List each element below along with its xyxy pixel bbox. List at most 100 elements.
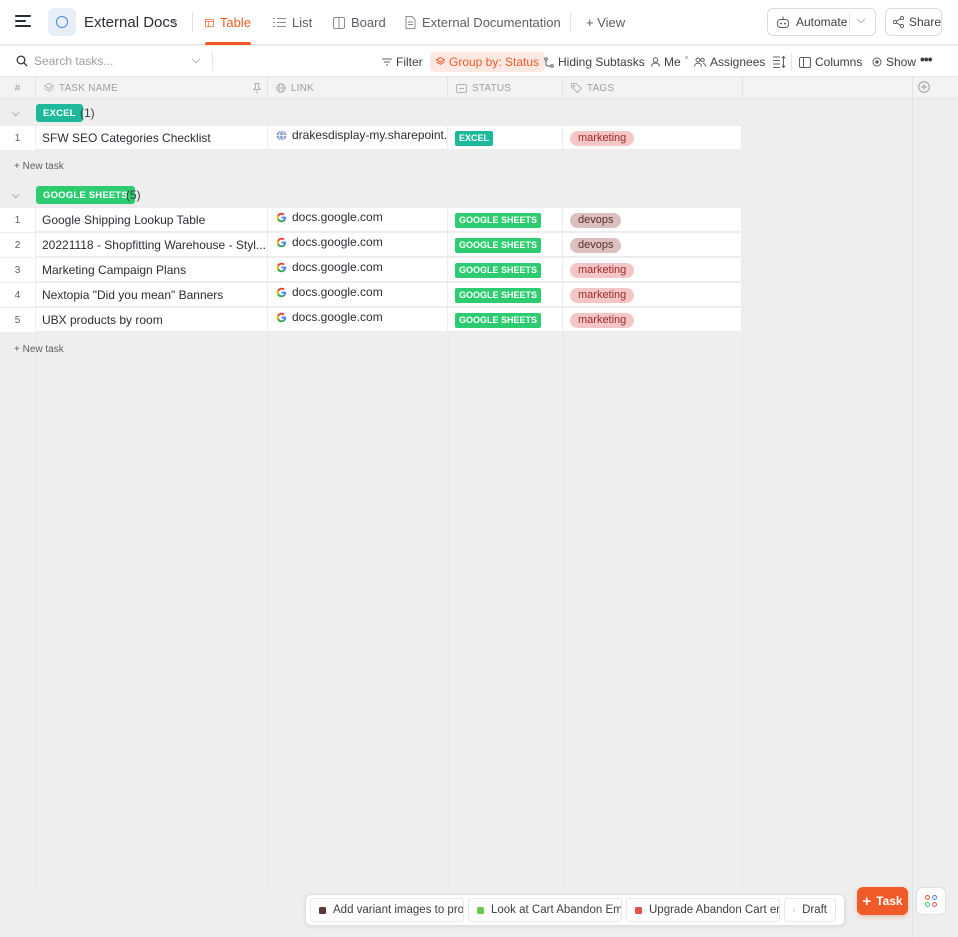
add-view-button[interactable]: + View (586, 0, 625, 45)
chevron-down-icon[interactable]: ▼ (170, 17, 179, 27)
add-column-button[interactable] (918, 81, 930, 96)
tags-cell[interactable]: marketing (563, 258, 742, 282)
tab-label: List (292, 15, 313, 30)
status-cell[interactable]: GOOGLE SHEETS (448, 233, 563, 257)
me-filter-button[interactable]: Me (651, 52, 681, 72)
show-button[interactable]: Show (872, 52, 916, 72)
tag-devops[interactable]: devops (570, 237, 622, 253)
divider (849, 13, 850, 31)
assignees-button[interactable]: Assignees (694, 52, 765, 72)
column-header-task-name[interactable]: TASK NAME (36, 77, 268, 99)
filter-button[interactable]: Filter (382, 52, 423, 72)
draft-label: Draft (802, 904, 827, 916)
more-icon[interactable]: ••• (920, 51, 933, 67)
column-header-link[interactable]: LINK (268, 77, 448, 99)
hiding-subtasks-button[interactable]: Hiding Subtasks (544, 52, 645, 72)
link-text[interactable]: docs.google.com (292, 285, 383, 299)
tags-cell[interactable]: marketing (563, 308, 742, 332)
share-icon (893, 16, 904, 28)
tag-marketing[interactable]: marketing (570, 287, 635, 303)
chevron-down-icon[interactable]: ⌵ (12, 108, 20, 119)
task-name[interactable]: Nextopia "Did you mean" Banners (36, 283, 268, 307)
link-cell[interactable]: drakesdisplay-my.sharepoint.c (268, 126, 448, 150)
status-badge[interactable]: GOOGLE SHEETS (455, 312, 542, 328)
link-cell[interactable]: docs.google.com (268, 208, 448, 232)
table-row[interactable]: 1 Google Shipping Lookup Table docs.goog… (0, 208, 742, 232)
row-height-button[interactable] (773, 52, 786, 72)
link-cell[interactable]: docs.google.com (268, 258, 448, 282)
column-header-status[interactable]: STATUS (448, 77, 563, 99)
new-task-button[interactable]: + New task (14, 161, 64, 172)
menu-icon[interactable] (15, 15, 31, 29)
group-by-button[interactable]: Group by: Status (430, 52, 546, 72)
table-row[interactable]: 3 Marketing Campaign Plans docs.google.c… (0, 258, 742, 282)
tab-list[interactable]: List (273, 0, 312, 45)
list-icon (273, 18, 286, 27)
tab-table[interactable]: Table (205, 0, 251, 45)
tags-cell[interactable]: marketing (563, 283, 742, 307)
group-count: (5) (126, 188, 141, 202)
chevron-down-icon[interactable]: ⌵ (192, 54, 200, 67)
tag-marketing[interactable]: marketing (570, 312, 635, 328)
apps-icon (925, 902, 930, 907)
status-badge[interactable]: GOOGLE SHEETS (455, 237, 542, 253)
space-title[interactable]: External Docs (84, 14, 177, 31)
tag-devops[interactable]: devops (570, 212, 622, 228)
status-cell[interactable]: EXCEL (448, 126, 563, 150)
space-icon[interactable] (48, 8, 76, 36)
table-row[interactable]: 2 20221118 - Shopfitting Warehouse - Sty… (0, 233, 742, 257)
link-text[interactable]: docs.google.com (292, 260, 383, 274)
task-name[interactable]: Google Shipping Lookup Table (36, 208, 268, 232)
tags-cell[interactable]: devops (563, 208, 742, 232)
tab-external-documentation[interactable]: External Documentation (405, 0, 561, 45)
column-header-tags[interactable]: TAGS (563, 77, 743, 99)
status-badge[interactable]: GOOGLE SHEETS (455, 262, 542, 278)
status-cell[interactable]: GOOGLE SHEETS (448, 308, 563, 332)
minimized-task[interactable]: Add variant images to prod (310, 898, 464, 922)
link-text[interactable]: drakesdisplay-my.sharepoint.c (292, 128, 447, 142)
task-name[interactable]: Marketing Campaign Plans (36, 258, 268, 282)
tags-cell[interactable]: marketing (563, 126, 742, 150)
automate-button[interactable]: Automate ⌵ (767, 8, 876, 36)
divider (791, 53, 792, 71)
minimized-task-label: Look at Cart Abandon Ema (491, 904, 622, 916)
status-badge[interactable]: GOOGLE SHEETS (455, 287, 542, 303)
share-button[interactable]: Share (885, 8, 942, 36)
new-task-button[interactable]: + New task (14, 344, 64, 355)
tab-board[interactable]: Board (333, 0, 386, 45)
status-badge[interactable]: GOOGLE SHEETS (455, 212, 542, 228)
status-badge[interactable]: EXCEL (455, 130, 494, 146)
task-name[interactable]: UBX products by room (36, 308, 268, 332)
search-input[interactable] (34, 54, 184, 68)
link-cell[interactable]: docs.google.com (268, 233, 448, 257)
google-icon (276, 287, 286, 298)
table-row[interactable]: 4 Nextopia "Did you mean" Banners docs.g… (0, 283, 742, 307)
pin-icon[interactable] (253, 82, 261, 94)
group-label-excel[interactable]: EXCEL (36, 104, 83, 122)
tags-cell[interactable]: devops (563, 233, 742, 257)
chevron-down-icon[interactable]: ⌵ (857, 14, 865, 27)
minimized-task[interactable]: Upgrade Abandon Cart em (626, 898, 780, 922)
status-cell[interactable]: GOOGLE SHEETS (448, 258, 563, 282)
link-cell[interactable]: docs.google.com (268, 283, 448, 307)
task-name[interactable]: SFW SEO Categories Checklist (36, 126, 268, 150)
table-row[interactable]: 1 SFW SEO Categories Checklist drakesdis… (0, 126, 742, 150)
link-text[interactable]: docs.google.com (292, 235, 383, 249)
group-label-google-sheets[interactable]: GOOGLE SHEETS (36, 186, 135, 204)
status-cell[interactable]: GOOGLE SHEETS (448, 283, 563, 307)
chevron-down-icon[interactable]: ⌵ (12, 190, 20, 201)
task-name[interactable]: 20221118 - Shopfitting Warehouse - Styl.… (36, 233, 268, 257)
minimized-task[interactable]: Look at Cart Abandon Ema (468, 898, 622, 922)
tag-marketing[interactable]: marketing (570, 262, 635, 278)
table-row[interactable]: 5 UBX products by room docs.google.com G… (0, 308, 742, 332)
link-text[interactable]: docs.google.com (292, 210, 383, 224)
status-cell[interactable]: GOOGLE SHEETS (448, 208, 563, 232)
link-cell[interactable]: docs.google.com (268, 308, 448, 332)
tag-marketing[interactable]: marketing (570, 130, 635, 146)
draft-button[interactable]: Draft (784, 898, 836, 922)
search-box[interactable] (16, 54, 184, 68)
apps-button[interactable] (916, 887, 946, 915)
link-text[interactable]: docs.google.com (292, 310, 383, 324)
columns-button[interactable]: Columns (799, 52, 862, 72)
add-task-button[interactable]: + Task (857, 887, 908, 915)
